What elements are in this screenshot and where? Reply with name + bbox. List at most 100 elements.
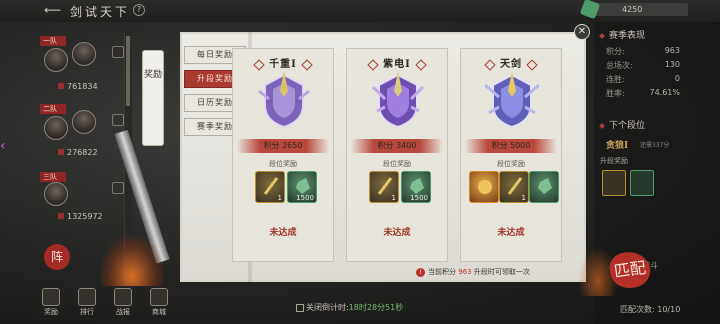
- promo-item-jade[interactable]: [630, 170, 654, 196]
- rank-card-zidian: 紫电Ⅰ 积分 3400 段位奖励 1 1500 未达成: [346, 48, 448, 262]
- team-scroll-thumb[interactable]: [126, 36, 130, 106]
- team-score: 761834: [58, 82, 128, 91]
- nav-label: 商城: [152, 308, 166, 316]
- staff-icon: [377, 177, 393, 195]
- status-not-reached: 未达成: [497, 228, 525, 238]
- nav-label: 奖励: [44, 308, 58, 316]
- currency-bar: 4250: [579, 0, 688, 20]
- reward-item-pouch[interactable]: [469, 171, 499, 203]
- team-3[interactable]: 三队 1325972: [36, 166, 136, 242]
- team-1[interactable]: 一队 761834: [36, 30, 136, 106]
- formation-seal[interactable]: 阵: [44, 244, 70, 270]
- reward-item-staff[interactable]: 1: [369, 171, 399, 203]
- notice-suffix: 升段时可领取一次: [473, 268, 530, 276]
- reward-item-staff[interactable]: 1: [255, 171, 285, 203]
- swap-icon[interactable]: [112, 114, 124, 126]
- rank-emblem-icon: [258, 71, 310, 129]
- staff-icon: [507, 177, 523, 195]
- team-tag: 一队: [40, 36, 66, 46]
- reward-item-jade[interactable]: 1500: [287, 171, 317, 203]
- points-notice: ! 当前积分 963 升段时可领取一次: [416, 266, 584, 278]
- reward-label: 段位奖励: [269, 160, 297, 168]
- team-tag: 三队: [40, 172, 66, 182]
- notice-prefix: 当前积分: [428, 268, 456, 276]
- swap-icon[interactable]: [112, 182, 124, 194]
- ranking-icon: [78, 288, 96, 306]
- match-count: 匹配次数: 10/10: [620, 305, 681, 314]
- warning-icon: !: [416, 267, 425, 277]
- next-rank-name: 贪狼Ⅰ: [606, 141, 629, 151]
- reward-item-staff[interactable]: 1: [499, 171, 529, 203]
- close-button[interactable]: ✕: [574, 24, 590, 40]
- top-bar: ⟵ 剑试天下 ? 4250: [0, 0, 720, 22]
- nav-shop[interactable]: 商城: [144, 284, 174, 324]
- team-score: 1325972: [58, 212, 128, 221]
- close-countdown: 关闭倒计时:18时28分51秒: [296, 302, 426, 314]
- reward-item-jade[interactable]: [529, 171, 559, 203]
- currency-value: 4250: [622, 5, 643, 14]
- season-title: 赛季表现: [600, 28, 645, 41]
- notice-points: 963: [458, 268, 472, 276]
- item-count: 1: [277, 194, 282, 202]
- side-tab-label: 奖励: [143, 70, 162, 80]
- avatar: [44, 116, 68, 140]
- nav-battle-report[interactable]: 战报: [108, 284, 138, 324]
- help-icon[interactable]: ?: [133, 4, 145, 16]
- promo-item-staff[interactable]: [602, 170, 626, 196]
- stat-win-streak: 连胜: 0: [606, 74, 680, 84]
- shop-icon: [150, 288, 168, 306]
- rank-emblem-icon: [485, 71, 539, 129]
- next-rank-requirement: 还需337分: [640, 142, 670, 149]
- nav-ranking[interactable]: 排行: [72, 284, 102, 324]
- pouch-icon: [478, 180, 492, 194]
- status-not-reached: 未达成: [269, 228, 297, 238]
- reward-label: 段位奖励: [383, 160, 411, 168]
- avatar: [44, 182, 68, 206]
- item-count: 1500: [410, 194, 428, 202]
- promotion-reward-label: 升段奖励: [600, 157, 628, 165]
- jade-currency-icon: [579, 0, 601, 20]
- hourglass-icon: [296, 303, 304, 312]
- staff-icon: [263, 177, 279, 195]
- item-count: 1: [521, 194, 526, 202]
- rank-title: 紫电Ⅰ: [347, 55, 447, 70]
- item-count: 1500: [296, 194, 314, 202]
- rank-card-tianjian: 天剑 积分 5000 段位奖励 1 未达成: [460, 48, 562, 262]
- reward-chest-icon: [42, 288, 60, 306]
- stat-points: 积分: 963: [606, 46, 680, 56]
- item-count: 1: [391, 194, 396, 202]
- status-not-reached: 未达成: [383, 228, 411, 238]
- game-screen: ⟵ 剑试天下 ? 4250 ‹ 一队 761834 二队 276822 三队 1: [0, 0, 720, 324]
- avatar: [72, 110, 96, 134]
- rewards-side-tab[interactable]: 奖励: [142, 50, 164, 146]
- jade-icon: [296, 178, 310, 194]
- back-arrow-icon[interactable]: ⟵: [44, 3, 62, 17]
- avatar: [72, 42, 96, 66]
- rank-emblem-icon: [371, 71, 425, 129]
- reward-label: 段位奖励: [497, 160, 525, 168]
- left-expand-arrow-icon[interactable]: ‹: [0, 138, 12, 162]
- jade-icon: [538, 178, 552, 194]
- stat-total-matches: 总场次: 130: [606, 60, 680, 70]
- rank-title: 天剑: [461, 55, 561, 70]
- jade-icon: [410, 178, 424, 194]
- nav-label: 排行: [80, 308, 94, 316]
- rank-score: 积分 2650: [263, 141, 303, 150]
- rank-title: 千重Ⅰ: [233, 55, 333, 70]
- countdown-time: 18时28分51秒: [348, 303, 404, 312]
- avatar: [44, 48, 68, 72]
- next-rank-title: 下个段位: [600, 118, 645, 131]
- rank-card-qianchong: 千重Ⅰ 积分 2650 段位奖励 1 1500 未达成: [232, 48, 334, 262]
- team-tag: 二队: [40, 104, 66, 114]
- bottom-nav: 奖励 排行 战报 商城: [36, 284, 186, 324]
- nav-label: 战报: [116, 308, 130, 316]
- team-score: 276822: [58, 148, 128, 157]
- reward-item-jade[interactable]: 1500: [401, 171, 431, 203]
- rank-score: 积分 5000: [491, 141, 531, 150]
- swap-icon[interactable]: [112, 46, 124, 58]
- battle-report-icon: [114, 288, 132, 306]
- nav-rewards[interactable]: 奖励: [36, 284, 66, 324]
- rank-score: 积分 3400: [377, 141, 417, 150]
- stat-win-rate: 胜率: 74.61%: [606, 88, 680, 98]
- page-title: 剑试天下: [70, 5, 131, 19]
